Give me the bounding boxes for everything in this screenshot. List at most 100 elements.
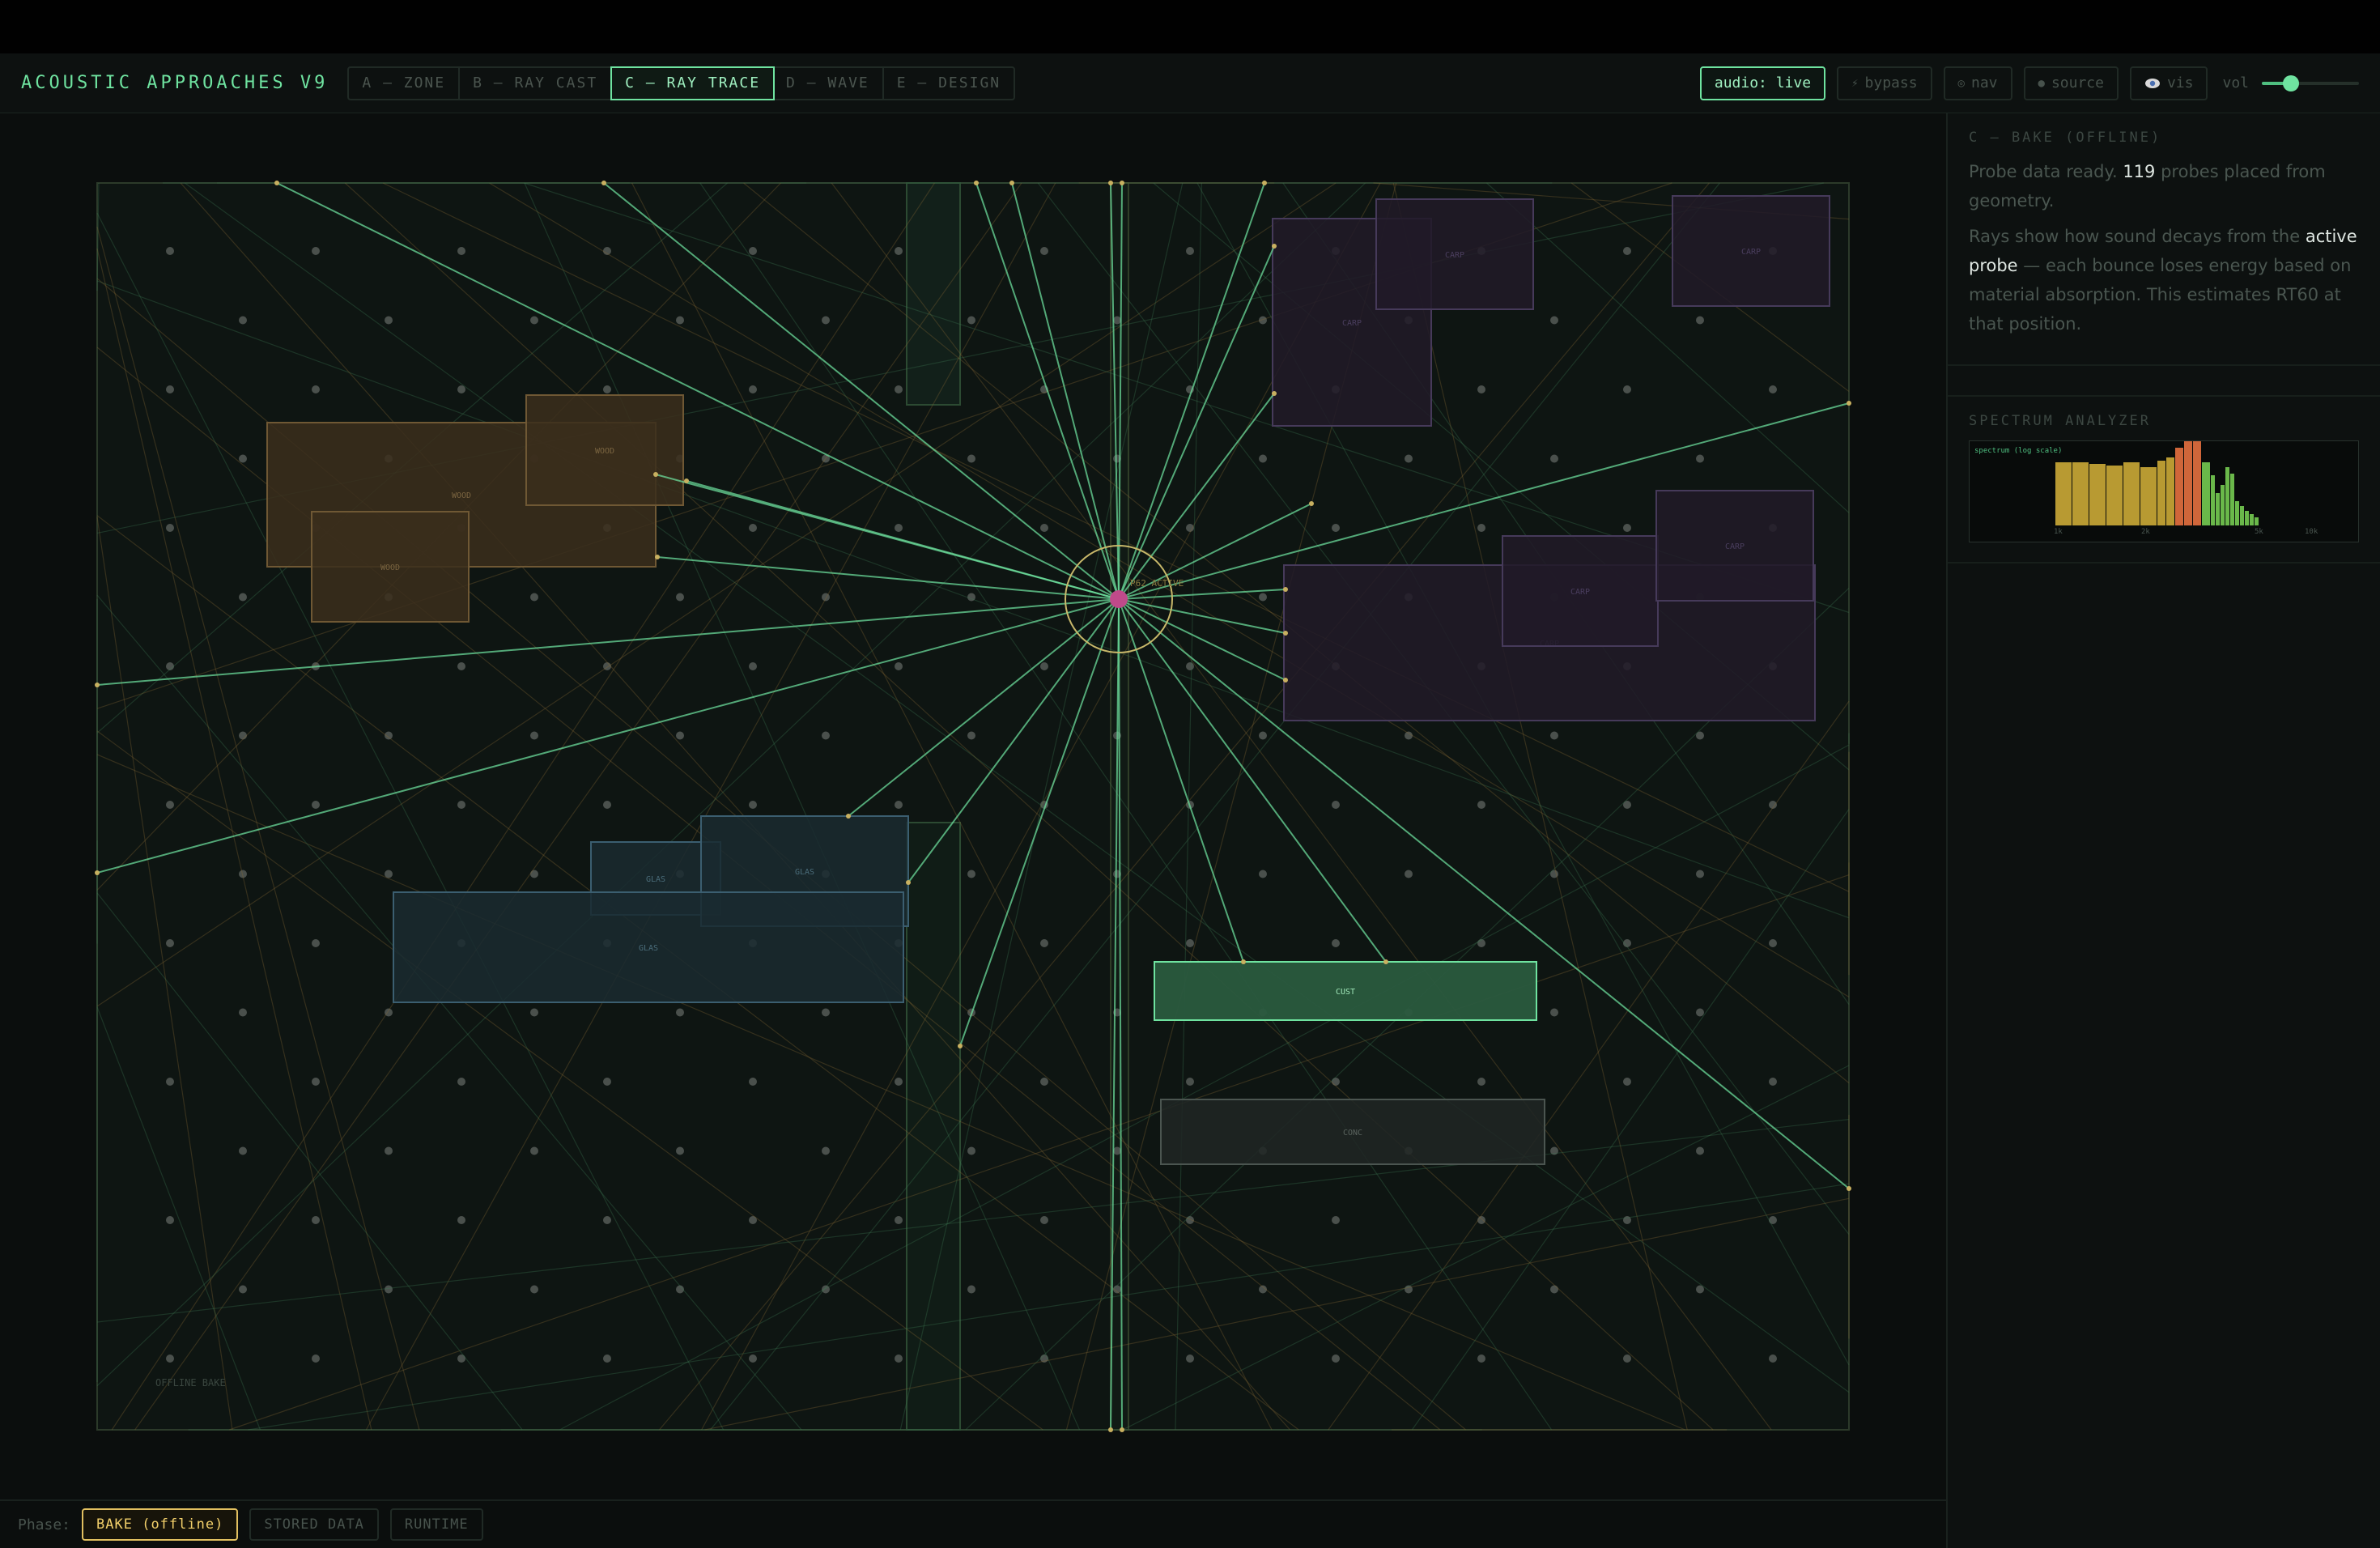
spectrum-bar [2123,462,2140,525]
probe-point [1550,731,1558,740]
probe-point [312,1354,320,1363]
ray-hit-point [1262,181,1267,185]
audio-live-button[interactable]: audio: live [1699,66,1826,100]
probe-point [603,1216,611,1224]
material-block-carpet[interactable]: CARP [1672,195,1830,307]
nav-button[interactable]: ◎ nav [1943,66,2012,100]
probe-point [166,939,174,947]
probe-point [1259,454,1267,463]
material-label: GLAS [639,944,658,953]
spectrum-bar [2106,466,2123,525]
probe-point [457,1216,465,1224]
spectrum-section: SPECTRUM ANALYZER spectrum (log scale) 1… [1948,397,2380,563]
scene-viewport[interactable]: WOOD WOOD WOOD GLAS GLAS GLAS CARP CARP CARP CARP… [0,113,1946,1499]
probe-point [457,247,465,255]
probe-point [166,1216,174,1224]
tab-ray-trace[interactable]: C — RAY TRACE [610,66,776,100]
spectrum-bar [2250,514,2254,525]
probe-point [967,316,975,325]
tab-wave[interactable]: D — WAVE [773,67,884,99]
bypass-button[interactable]: ⚡ bypass [1837,66,1932,100]
target-icon: ◎ [1957,76,1965,90]
spectrum-panel: spectrum (log scale) 1k 2k 5k 10k [1969,435,2359,542]
probe-point [749,1354,757,1363]
spectrum-bar [2193,441,2201,525]
material-block-carpet[interactable]: CARP [1502,535,1659,647]
volume-slider[interactable] [2262,74,2359,91]
spectrum-bar [2072,462,2089,525]
ray-hit-point [1283,678,1288,683]
probe-point [1769,1216,1777,1224]
spectrum-bar [2221,485,2225,525]
ray-hit-point [95,683,100,687]
probe-point [530,316,538,325]
probe-point [822,316,830,325]
material-block-carpet[interactable]: CARP [1655,490,1814,602]
probe-point [749,385,757,393]
material-block-custom[interactable]: CUST [1154,961,1537,1021]
tab-zone[interactable]: A — ZONE [349,67,461,99]
probe-point [967,870,975,878]
ray-hit-point [1120,181,1124,185]
probe-summary-pre: Probe data ready. [1969,162,2118,181]
eye-icon [2144,78,2160,88]
probe-point [166,1354,174,1363]
phase-stored-data-button[interactable]: STORED DATA [249,1508,379,1541]
volume-slider-thumb[interactable] [2283,74,2299,91]
probe-point [166,1078,174,1086]
ray-explanation-pre: Rays show how sound decays from the [1969,227,2301,246]
probe-point [1550,1285,1558,1294]
ray-hit-point [95,870,100,875]
probe-point [239,454,247,463]
material-block-wood[interactable]: WOOD [311,511,470,623]
ray-hit-point [1108,181,1113,185]
probe-point [967,731,975,740]
probe-point [1769,385,1777,393]
material-block-carpet[interactable]: CARP [1375,198,1534,310]
spectrum-bar [2202,462,2210,525]
lightning-icon: ⚡ [1851,76,1859,90]
spectrum-bar [2225,467,2229,525]
spectrum-heading: SPECTRUM ANALYZER [1969,413,2151,429]
ray-hit-point [974,181,979,185]
tab-design[interactable]: E — DESIGN [884,68,1014,99]
probe-point [1550,454,1558,463]
spectrum-tick-2k: 2k [2141,528,2150,536]
mode-tabs: A — ZONE B — RAY CAST C — RAY TRACE D — … [347,66,1016,100]
probe-point [1186,1354,1194,1363]
probe-point [1332,1354,1340,1363]
probe-point [312,801,320,809]
floorplan-canvas[interactable]: WOOD WOOD WOOD GLAS GLAS GLAS CARP CARP CARP CARP… [0,113,1946,1499]
material-block-wood[interactable]: WOOD [525,394,684,506]
tab-ray-cast[interactable]: B — RAY CAST [460,67,613,99]
vis-label: vis [2166,74,2194,91]
probe-point [1696,316,1704,325]
spectrum-label: spectrum (log scale) [1974,447,2062,455]
spectrum-bar [2211,475,2215,525]
probe-point [895,1078,903,1086]
probe-point [457,662,465,670]
ray-hit-point [906,880,911,885]
ray-hit-point [1847,1186,1851,1191]
material-label: GLAS [795,868,814,877]
vis-button[interactable]: vis [2129,66,2208,100]
window-top-bar [0,0,2380,53]
offline-bake-label: OFFLINE BAKE [155,1377,226,1389]
probe-point [1477,1078,1485,1086]
probe-point [457,1078,465,1086]
probe-point [967,1285,975,1294]
phase-runtime-button[interactable]: RUNTIME [389,1508,483,1541]
phase-bake-button[interactable]: BAKE (offline) [82,1508,239,1541]
material-block-glass[interactable]: GLAS [393,891,904,1003]
spectrum-chart: spectrum (log scale) 1k 2k 5k 10k [1974,435,2318,536]
probe-point [1186,1078,1194,1086]
spectrum-bar [2230,474,2234,525]
source-button[interactable]: ● source [2023,66,2119,100]
material-block-concrete[interactable]: CONC [1160,1099,1545,1165]
probe-point [1477,1354,1485,1363]
ray-hit-point [1283,631,1288,636]
probe-point [1405,870,1413,878]
phase-bar: Phase: BAKE (offline) STORED DATA RUNTIM… [0,1499,1946,1548]
probe-point [1477,524,1485,532]
probe-point [895,801,903,809]
